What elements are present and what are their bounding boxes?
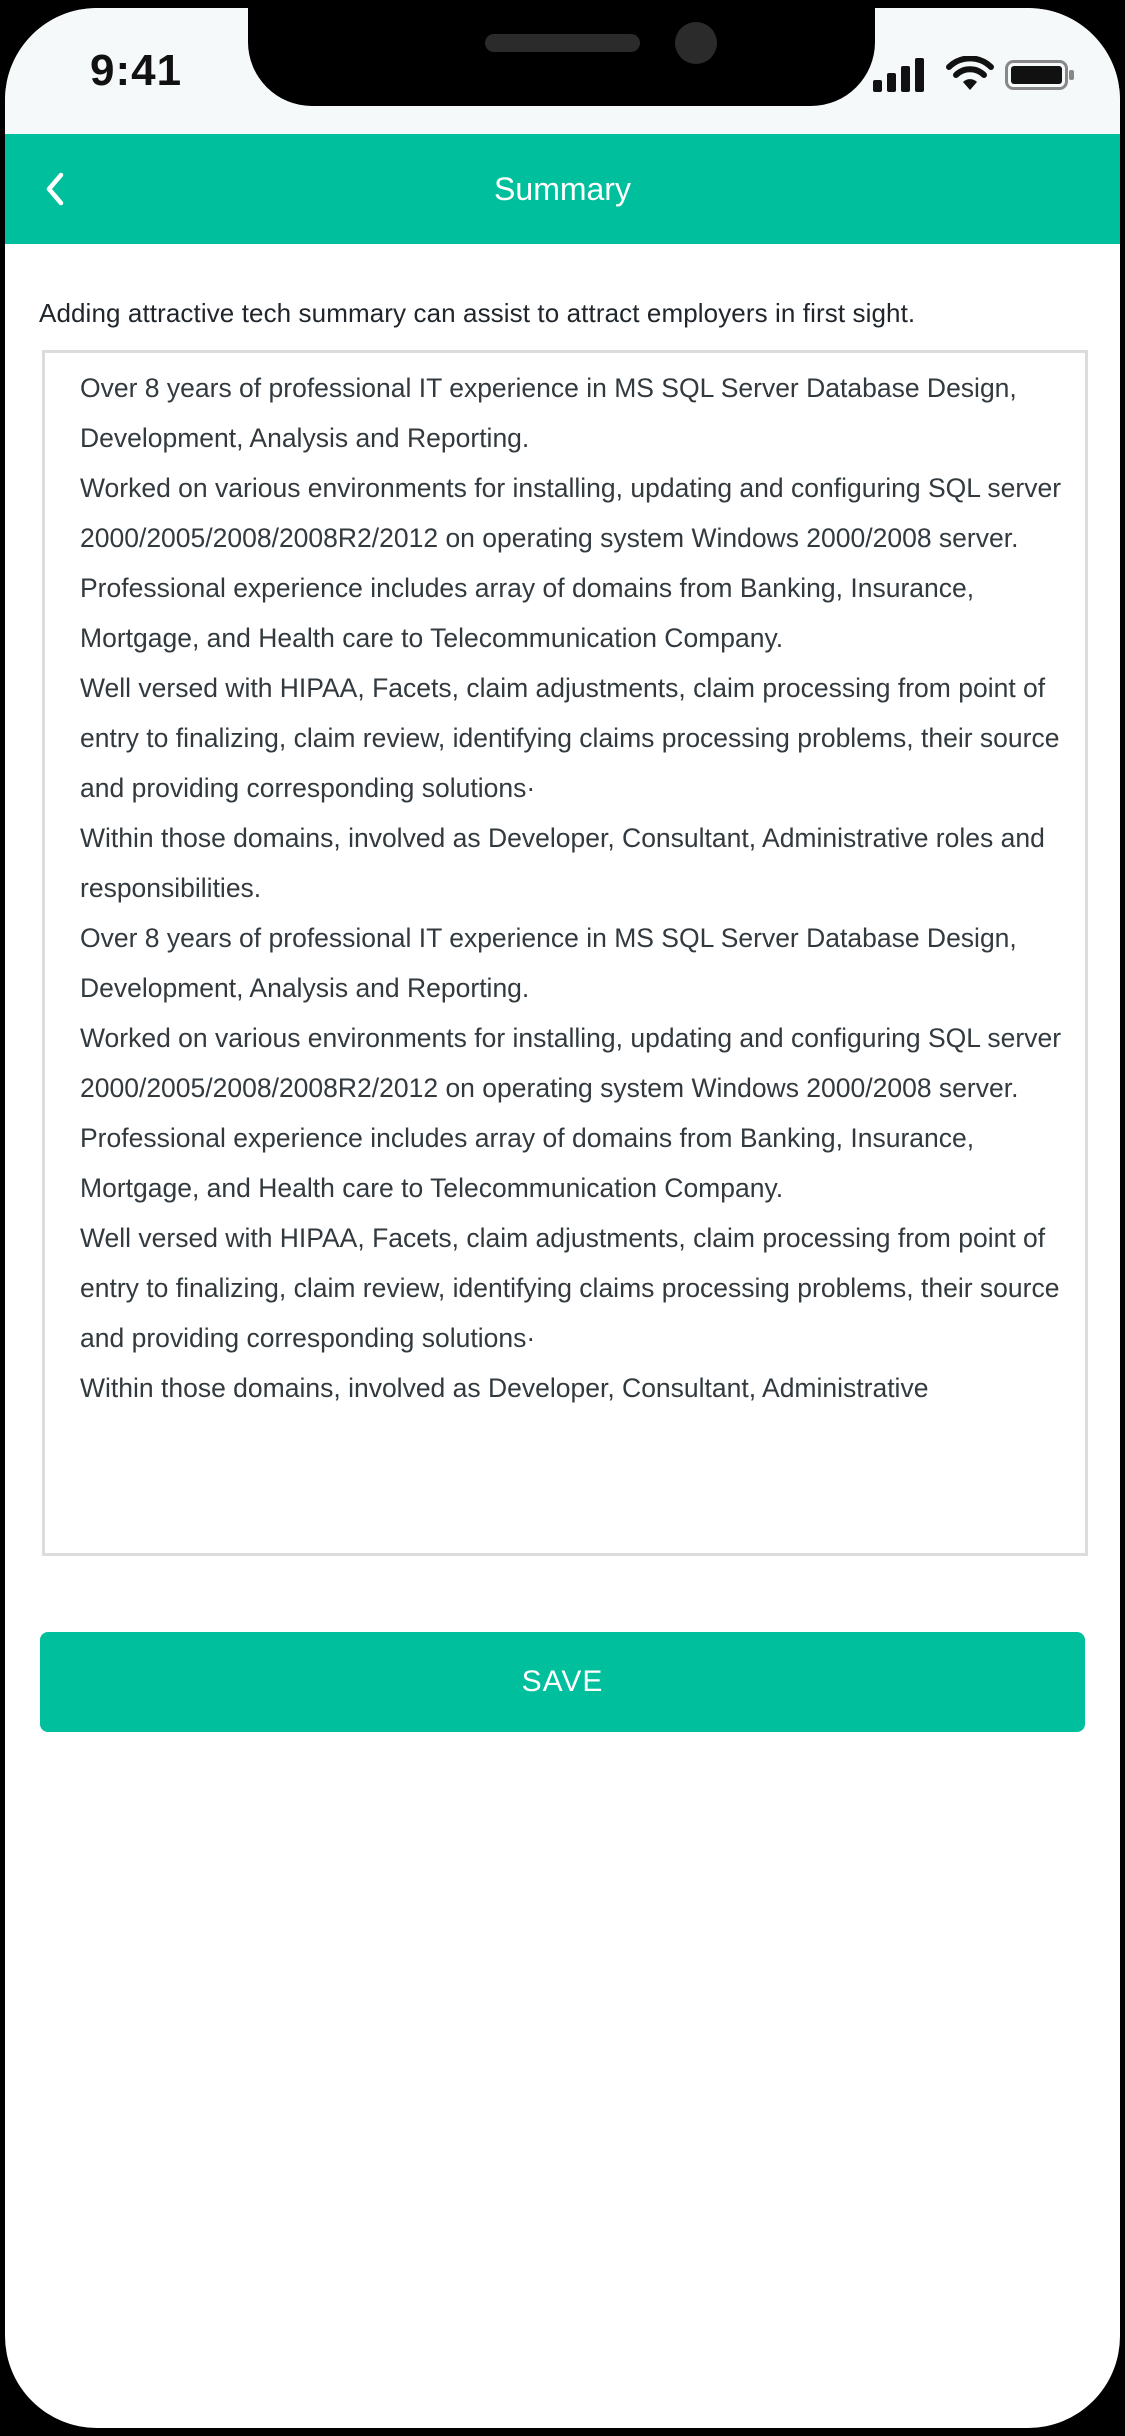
summary-paragraph: Worked on various environments for insta… xyxy=(80,473,1062,553)
phone-frame: 9:41 Summary Adding attractive tech summ… xyxy=(0,0,1125,2436)
summary-paragraph: Worked on various environments for insta… xyxy=(80,1023,1062,1103)
notch xyxy=(248,8,875,106)
status-bar: 9:41 xyxy=(5,8,1120,134)
speaker xyxy=(485,34,640,52)
summary-paragraph: Professional experience includes array o… xyxy=(80,1123,975,1203)
back-button[interactable] xyxy=(19,152,93,226)
summary-hint: Adding attractive tech summary can assis… xyxy=(39,298,916,328)
summary-text: Over 8 years of professional IT experien… xyxy=(80,363,1070,1413)
save-button[interactable]: SAVE xyxy=(40,1632,1085,1732)
summary-paragraph: Within those domains, involved as Develo… xyxy=(80,823,1045,903)
wifi-icon xyxy=(946,56,994,90)
screen: 9:41 Summary Adding attractive tech summ… xyxy=(5,8,1120,2428)
summary-textarea[interactable]: Over 8 years of professional IT experien… xyxy=(42,350,1088,1556)
app-header: Summary xyxy=(5,134,1120,244)
summary-paragraph: Over 8 years of professional IT experien… xyxy=(80,923,1017,1003)
status-time: 9:41 xyxy=(90,46,183,95)
summary-paragraph: Well versed with HIPAA, Facets, claim ad… xyxy=(80,1223,1060,1353)
chevron-left-icon xyxy=(46,172,64,206)
page-title: Summary xyxy=(494,171,631,207)
summary-paragraph: Within those domains, involved as Develo… xyxy=(80,1373,929,1403)
battery-icon xyxy=(1005,60,1074,90)
signal-icon xyxy=(873,58,924,92)
summary-paragraph: Over 8 years of professional IT experien… xyxy=(80,373,1017,453)
summary-paragraph: Well versed with HIPAA, Facets, claim ad… xyxy=(80,673,1060,803)
summary-paragraph: Professional experience includes array o… xyxy=(80,573,975,653)
front-camera xyxy=(675,22,717,64)
